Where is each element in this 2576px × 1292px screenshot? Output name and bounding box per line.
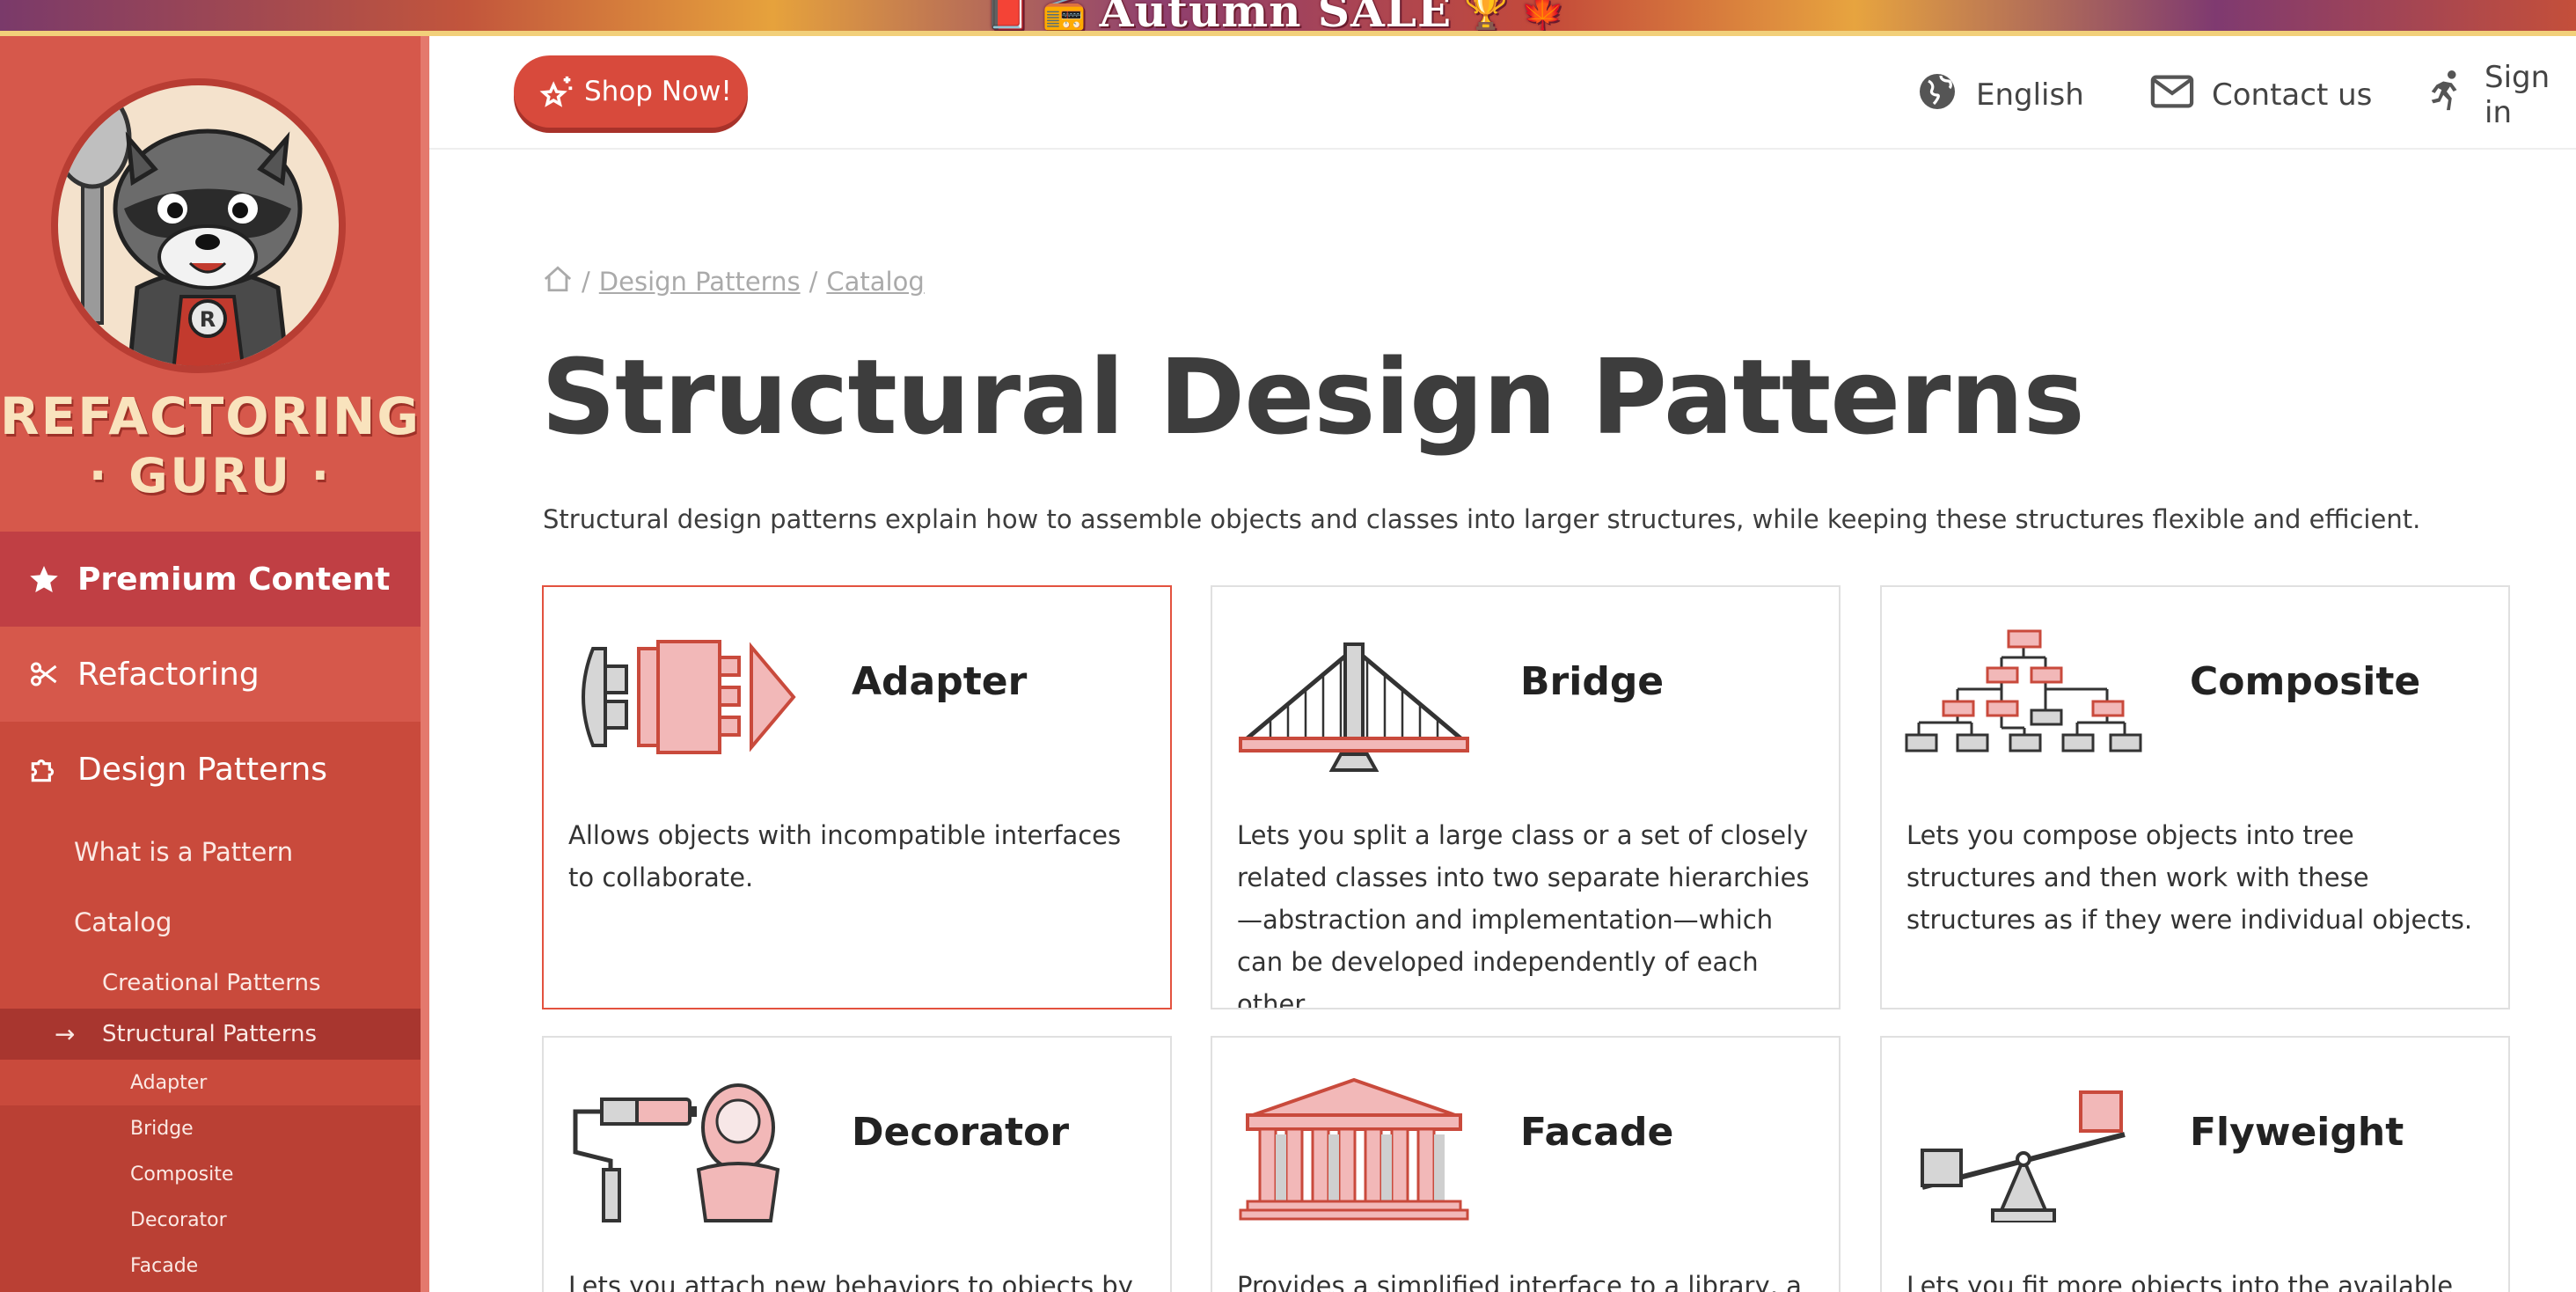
language-selector[interactable]: English: [1916, 73, 2084, 117]
pattern-name: Bridge: [1520, 659, 1665, 704]
pattern-name: Decorator: [852, 1110, 1070, 1155]
sign-in-link[interactable]: Sign in: [2426, 60, 2576, 130]
sparkle-star-icon: [537, 73, 577, 114]
brand-line-2: · GURU ·: [88, 448, 333, 503]
promo-banner-text: Autumn SALE: [1099, 0, 1453, 36]
cup-icon: 🏆: [1464, 0, 1509, 32]
pattern-name: Composite: [2190, 659, 2421, 704]
language-label: English: [1976, 77, 2084, 113]
sidebar-item-facade[interactable]: Facade: [0, 1243, 421, 1288]
sidebar-item-label: What is a Pattern: [74, 837, 294, 867]
page-title: Structural Design Patterns: [541, 336, 2085, 458]
pattern-name: Facade: [1520, 1110, 1674, 1155]
star-icon: [26, 562, 62, 597]
sidebar-item-label: Design Patterns: [77, 751, 328, 788]
sidebar-item-structural-patterns[interactable]: → Structural Patterns: [0, 1009, 421, 1060]
sidebar-item-label: Facade: [130, 1254, 199, 1277]
scissors-icon: [26, 657, 62, 692]
sidebar-item-label: Bridge: [130, 1117, 194, 1140]
decorator-illustration-icon: [567, 1073, 804, 1222]
sidebar: R REFACTORING · GURU · Premium Content R…: [0, 36, 429, 1292]
pattern-card-facade[interactable]: Facade Provides a simplified interface t…: [1211, 1036, 1841, 1292]
pattern-card-decorator[interactable]: Decorator Lets you attach new behaviors …: [542, 1036, 1172, 1292]
pattern-description: Lets you attach new behaviors to objects…: [568, 1271, 1133, 1292]
sidebar-item-what-is-a-pattern[interactable]: What is a Pattern: [0, 817, 421, 887]
pattern-card-adapter[interactable]: Adapter Allows objects with incompatible…: [542, 585, 1172, 1009]
brand-line-1: REFACTORING: [0, 386, 421, 446]
book-icon: 📕: [985, 0, 1030, 32]
breadcrumb-catalog[interactable]: Catalog: [826, 267, 924, 297]
sidebar-item-catalog[interactable]: Catalog: [0, 887, 421, 958]
sidebar-item-adapter[interactable]: Adapter: [0, 1060, 421, 1105]
pattern-card-flyweight[interactable]: Flyweight Lets you fit more objects into…: [1880, 1036, 2510, 1292]
composite-tree-illustration-icon: [1905, 622, 2142, 772]
home-icon[interactable]: [543, 265, 573, 299]
bridge-illustration-icon: [1235, 622, 1473, 772]
breadcrumb-design-patterns[interactable]: Design Patterns: [599, 267, 801, 297]
sidebar-item-creational-patterns[interactable]: Creational Patterns: [0, 958, 421, 1009]
puzzle-icon: [26, 752, 62, 787]
promo-banner-content[interactable]: 📕 📻 Autumn SALE 🏆 🍁: [985, 0, 1566, 36]
mail-icon: [2150, 74, 2194, 117]
svg-text:R: R: [200, 307, 216, 332]
globe-icon: [1916, 70, 1958, 121]
sidebar-item-label: Premium Content: [77, 561, 391, 598]
contact-label: Contact us: [2212, 77, 2373, 113]
sidebar-item-label: Structural Patterns: [102, 1021, 318, 1047]
arrow-right-icon: →: [55, 1019, 76, 1049]
sidebar-item-design-patterns[interactable]: Design Patterns: [0, 722, 421, 817]
pattern-card-bridge[interactable]: Bridge Lets you split a large class or a…: [1211, 585, 1841, 1009]
sidebar-item-label: Catalog: [74, 907, 172, 937]
pattern-description: Lets you split a large class or a set of…: [1237, 820, 1810, 1009]
sidebar-item-composite[interactable]: Composite: [0, 1151, 421, 1197]
shop-now-label: Shop Now!: [584, 76, 732, 107]
logo-link[interactable]: R REFACTORING · GURU ·: [0, 36, 421, 532]
facade-building-illustration-icon: [1235, 1073, 1473, 1222]
pattern-description: Lets you fit more objects into the avail…: [1906, 1271, 2454, 1292]
page-description: Structural design patterns explain how t…: [543, 504, 2421, 534]
pattern-description: Provides a simplified interface to a lib…: [1237, 1271, 1802, 1292]
sidebar-item-premium-content[interactable]: Premium Content: [0, 532, 421, 627]
sidebar-item-label: Composite: [130, 1163, 234, 1186]
pattern-name: Flyweight: [2190, 1110, 2404, 1155]
running-person-icon: [2426, 70, 2467, 121]
sidebar-item-label: Refactoring: [77, 656, 260, 693]
promo-banner[interactable]: 📕 📻 Autumn SALE 🏆 🍁: [0, 0, 2576, 36]
sidebar-item-bridge[interactable]: Bridge: [0, 1105, 421, 1151]
sidebar-item-label: Adapter: [130, 1071, 208, 1094]
contact-us-link[interactable]: Contact us: [2150, 73, 2372, 117]
breadcrumb: / Design Patterns / Catalog: [543, 264, 925, 299]
leaf-icon: 🍁: [1520, 0, 1566, 32]
pattern-card-composite[interactable]: Composite Lets you compose objects into …: [1880, 585, 2510, 1009]
flyweight-seesaw-illustration-icon: [1905, 1073, 2142, 1224]
raccoon-mascot-logo: R: [51, 78, 346, 373]
sidebar-item-label: Decorator: [130, 1208, 227, 1231]
pattern-description: Lets you compose objects into tree struc…: [1906, 820, 2473, 935]
radio-icon: 📻: [1042, 0, 1087, 32]
brand-name: REFACTORING · GURU ·: [0, 386, 421, 503]
top-header: Shop Now! English Contact us Sign in: [429, 36, 2576, 150]
pattern-name: Adapter: [852, 659, 1028, 704]
sidebar-item-label: Creational Patterns: [102, 970, 321, 996]
breadcrumb-separator: /: [809, 267, 818, 297]
sidebar-item-refactoring[interactable]: Refactoring: [0, 627, 421, 722]
breadcrumb-separator: /: [582, 267, 590, 297]
shop-now-button[interactable]: Shop Now!: [514, 55, 748, 128]
sign-in-label: Sign in: [2485, 60, 2550, 130]
pattern-description: Allows objects with incompatible interfa…: [568, 820, 1122, 892]
adapter-illustration-icon: [567, 622, 804, 772]
sidebar-item-decorator[interactable]: Decorator: [0, 1197, 421, 1243]
